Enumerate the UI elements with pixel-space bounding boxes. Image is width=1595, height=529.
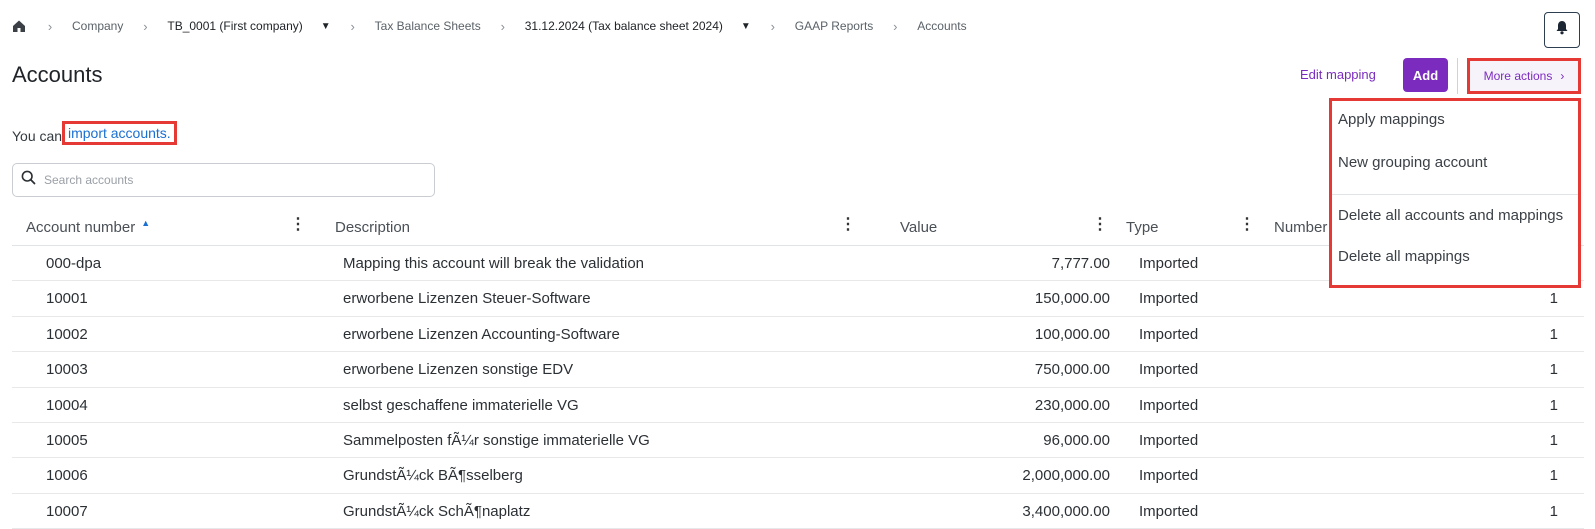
account-description: GrundstÃ¼ck SchÃ¶naplatz — [343, 502, 531, 520]
column-header-description[interactable]: Description — [335, 219, 410, 236]
search-input[interactable] — [42, 172, 406, 188]
table-row[interactable]: 10002 erworbene Lizenzen Accounting-Soft… — [12, 317, 1584, 353]
chevron-right-icon: › — [350, 18, 355, 34]
account-type: Imported — [1139, 361, 1199, 379]
account-value: 7,777.00 — [1051, 255, 1110, 272]
account-number: 10003 — [46, 361, 88, 379]
column-label: Account number — [26, 219, 136, 236]
account-value: 3,400,000.00 — [1022, 502, 1110, 520]
chevron-right-icon: › — [47, 18, 53, 34]
account-value: 2,000,000.00 — [1022, 467, 1110, 485]
notifications-button[interactable] — [1544, 12, 1580, 48]
account-value: 96,000.00 — [1043, 431, 1110, 449]
breadcrumb-company-select[interactable]: TB_0001 (First company) — [167, 19, 302, 33]
account-description: erworbene Lizenzen sonstige EDV — [343, 361, 574, 379]
column-header-type[interactable]: Type — [1126, 219, 1159, 236]
mapping-count: 1 — [1549, 361, 1558, 379]
chevron-right-icon: › — [1560, 69, 1565, 83]
column-label: Type — [1126, 219, 1159, 236]
account-number: 10007 — [46, 502, 88, 520]
sort-ascending-icon: ▲ — [141, 217, 151, 228]
add-button[interactable]: Add — [1403, 58, 1448, 92]
chevron-right-icon: › — [893, 18, 898, 34]
breadcrumb-balance-sheet-select[interactable]: 31.12.2024 (Tax balance sheet 2024) — [525, 19, 723, 33]
account-description: Sammelposten fÃ¼r sonstige immaterielle … — [343, 431, 650, 449]
column-header-value[interactable]: Value — [900, 219, 937, 236]
account-type: Imported — [1139, 290, 1199, 308]
menu-item-new-grouping-account[interactable]: New grouping account — [1338, 154, 1487, 171]
menu-item-apply-mappings[interactable]: Apply mappings — [1338, 111, 1445, 128]
column-menu-icon[interactable]: ⋮ — [1239, 217, 1255, 233]
chevron-right-icon: › — [500, 18, 505, 34]
mapping-count: 1 — [1549, 290, 1558, 308]
column-label: Value — [900, 219, 938, 236]
account-type: Imported — [1139, 467, 1199, 485]
account-description: erworbene Lizenzen Accounting-Software — [343, 325, 620, 343]
more-actions-menu: Apply mappings New grouping account Dele… — [1329, 98, 1581, 288]
mapping-count: 1 — [1549, 502, 1558, 520]
import-accounts-link[interactable]: import accounts. — [61, 121, 177, 145]
account-number: 10001 — [46, 290, 88, 308]
account-value: 150,000.00 — [1034, 290, 1110, 308]
import-hint-text: You can — [12, 128, 63, 144]
menu-divider — [1332, 194, 1578, 195]
account-description: Mapping this account will break the vali… — [343, 255, 645, 272]
account-value: 750,000.00 — [1034, 361, 1110, 379]
mapping-count: 1 — [1549, 431, 1558, 449]
mapping-count: 1 — [1549, 325, 1558, 343]
column-header-account-number[interactable]: Account number ▲ — [26, 217, 151, 237]
account-number: 10005 — [46, 431, 88, 449]
divider — [1457, 58, 1458, 94]
more-actions-button[interactable]: More actions › — [1467, 58, 1581, 94]
table-row[interactable]: 10004 selbst geschaffene immaterielle VG… — [12, 388, 1584, 423]
column-label: Number — [1274, 219, 1328, 236]
account-number: 10006 — [46, 467, 88, 485]
account-value: 100,000.00 — [1034, 325, 1110, 343]
account-type: Imported — [1139, 431, 1199, 449]
table-row[interactable]: 10003 erworbene Lizenzen sonstige EDV 75… — [12, 352, 1584, 388]
breadcrumb-company[interactable]: Company — [72, 19, 123, 33]
table-row[interactable]: 10007 GrundstÃ¼ck SchÃ¶naplatz 3,400,000… — [12, 494, 1584, 529]
column-menu-icon[interactable]: ⋮ — [840, 217, 856, 233]
account-value: 230,000.00 — [1034, 396, 1110, 414]
account-number: 10004 — [46, 396, 88, 414]
account-number: 000-dpa — [46, 255, 102, 272]
account-type: Imported — [1139, 396, 1199, 414]
account-type: Imported — [1139, 255, 1199, 272]
breadcrumb-tax-balance-sheets[interactable]: Tax Balance Sheets — [375, 19, 481, 33]
breadcrumb-gaap-reports[interactable]: GAAP Reports — [795, 19, 873, 33]
column-menu-icon[interactable]: ⋮ — [1092, 217, 1108, 233]
account-type: Imported — [1139, 325, 1199, 343]
mapping-count: 1 — [1549, 467, 1558, 485]
menu-item-delete-all-accounts-and-mappings[interactable]: Delete all accounts and mappings — [1338, 207, 1563, 224]
bell-icon — [1555, 20, 1569, 40]
caret-down-icon[interactable]: ▼ — [741, 21, 751, 32]
account-number: 10002 — [46, 325, 88, 343]
table-row[interactable]: 10006 GrundstÃ¼ck BÃ¶sselberg 2,000,000.… — [12, 458, 1584, 494]
column-label: Description — [335, 219, 411, 236]
account-description: selbst geschaffene immaterielle VG — [343, 396, 579, 414]
column-menu-icon[interactable]: ⋮ — [290, 217, 306, 233]
more-actions-label: More actions — [1483, 69, 1553, 83]
edit-mapping-button[interactable]: Edit mapping — [1300, 67, 1376, 82]
home-icon[interactable] — [12, 18, 28, 34]
account-type: Imported — [1139, 502, 1199, 520]
chevron-right-icon: › — [143, 18, 148, 34]
search-icon — [21, 170, 36, 190]
search-box[interactable] — [12, 163, 435, 197]
menu-item-delete-all-mappings[interactable]: Delete all mappings — [1338, 248, 1470, 265]
import-hint: You can import accounts. — [12, 121, 177, 148]
table-row[interactable]: 10005 Sammelposten fÃ¼r sonstige immater… — [12, 423, 1584, 459]
caret-down-icon[interactable]: ▼ — [321, 21, 331, 32]
account-description: GrundstÃ¼ck BÃ¶sselberg — [343, 467, 523, 485]
mapping-count: 1 — [1549, 396, 1558, 414]
chevron-right-icon: › — [770, 18, 775, 34]
breadcrumb-accounts: Accounts — [917, 19, 967, 33]
account-description: erworbene Lizenzen Steuer-Software — [343, 290, 591, 308]
column-header-number[interactable]: Number — [1274, 219, 1327, 236]
breadcrumb: › Company › TB_0001 (First company) ▼ › … — [12, 14, 967, 38]
page-title: Accounts — [12, 62, 103, 87]
